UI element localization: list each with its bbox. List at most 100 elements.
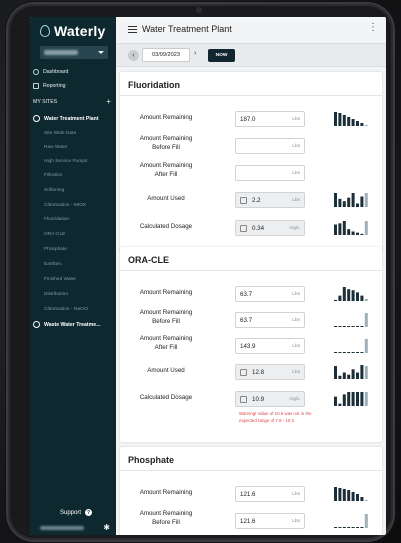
parameter-label-line: Calculated Dosage <box>139 394 193 401</box>
sparkline-chart[interactable] <box>334 339 370 353</box>
site-waste-water-treatment[interactable]: Waste Water Treatme... <box>33 321 100 328</box>
sidebar-subitem[interactable]: High Service Pumps <box>44 159 87 164</box>
sidebar-subitem[interactable]: Site Wide Data <box>44 131 76 136</box>
sparkline-chart[interactable] <box>334 313 370 327</box>
site-radio-icon <box>33 115 40 122</box>
parameter-label: Amount Remaining <box>126 288 206 297</box>
add-site-plus-icon[interactable]: + <box>106 98 111 106</box>
sparkline-bar <box>347 289 351 301</box>
support-link[interactable]: Support ? <box>60 509 93 516</box>
sparkline-bar <box>334 487 337 501</box>
value-input[interactable]: 63.7 Lbs <box>235 286 305 302</box>
date-input[interactable]: 03/09/2023 <box>142 48 190 62</box>
now-button[interactable]: NOW <box>208 49 235 62</box>
sparkline-bar <box>356 326 359 327</box>
sparkline-bar <box>342 372 346 379</box>
field-unit: Lbs <box>292 117 300 122</box>
value-input[interactable]: 187.0 Lbs <box>235 111 305 127</box>
sparkline-bar <box>342 326 346 327</box>
field-unit: Lbs <box>292 198 300 203</box>
field-unit: mg/L <box>289 226 300 231</box>
sparkline-bar <box>360 196 364 207</box>
value-input[interactable]: 143.9 Lbs <box>235 338 305 354</box>
sidebar-subitem[interactable]: ORA-CLE <box>44 232 65 237</box>
sidebar-item-reporting[interactable]: Reporting <box>33 83 66 89</box>
sparkline-bar <box>364 125 368 126</box>
organization-select[interactable] <box>40 46 108 59</box>
sparkline-chart[interactable] <box>334 392 370 406</box>
sparkline-chart[interactable] <box>334 221 370 235</box>
sparkline-chart[interactable] <box>334 514 370 528</box>
next-date-button[interactable]: › <box>194 50 196 57</box>
sparkline-chart[interactable] <box>334 112 370 126</box>
sparkline-bar <box>342 352 346 353</box>
sparkline-bar <box>334 366 337 379</box>
more-vertical-icon[interactable]: ⋮ <box>368 23 378 33</box>
sparkline-bar <box>347 374 351 379</box>
calculated-value-field: 10.9 mg/L <box>235 391 305 407</box>
gear-icon[interactable]: ✱ <box>103 524 110 532</box>
parameter-label-line: Amount Remaining <box>139 489 193 496</box>
app-logo[interactable]: Waterly <box>40 21 105 41</box>
field-value: 63.7 <box>240 291 253 298</box>
sparkline-bar <box>351 290 355 301</box>
sparkline-bar <box>347 197 351 207</box>
sidebar-subitem[interactable]: Filtration <box>44 173 62 178</box>
value-input[interactable]: 121.6 Lbs <box>235 486 305 502</box>
sidebar-subitem[interactable]: Softening <box>44 188 64 193</box>
sparkline-bar <box>364 313 368 327</box>
sidebar-subitem[interactable]: Chlorination - NaOCl <box>44 307 88 312</box>
sidebar-subitem[interactable]: Fluoridation <box>44 217 69 222</box>
sparkline-bar <box>342 221 346 235</box>
sidebar-subitem[interactable]: Earthtec <box>44 262 62 267</box>
sidebar-subitem[interactable]: Distribution <box>44 292 68 297</box>
sparkline-bar <box>334 193 337 207</box>
sparkline-chart[interactable] <box>334 487 370 501</box>
sidebar-item-dashboard[interactable]: Dashboard <box>33 69 68 75</box>
parameter-label-line: Amount Remaining <box>139 135 193 142</box>
user-account-row[interactable]: ✱ <box>40 524 110 532</box>
sidebar-subitem[interactable]: Chlorination - MIOX <box>44 203 86 208</box>
field-unit: Lbs <box>292 492 300 497</box>
sparkline-chart[interactable] <box>334 365 370 379</box>
parameter-row: Calculated Dosage 0.34 mg/L <box>120 218 382 238</box>
sparkline-bar <box>351 326 355 327</box>
parameter-label-line: Amount Remaining <box>139 335 193 342</box>
site-label: Water Treatment Plant <box>44 115 99 122</box>
sparkline-bar <box>338 295 342 301</box>
parameter-label: Amount Remaining Before Fill <box>126 134 206 152</box>
site-water-treatment-plant[interactable]: Water Treatment Plant <box>33 115 99 122</box>
parameter-row: Amount Remaining Before Fill 63.7 Lbs <box>120 308 382 334</box>
value-input[interactable]: Lbs <box>235 138 305 154</box>
calculator-icon <box>240 225 247 232</box>
field-value: 12.8 <box>252 369 265 376</box>
parameter-row: Amount Remaining 121.6 Lbs <box>120 484 382 504</box>
parameter-label: Amount Remaining <box>126 488 206 497</box>
field-unit: mg/L <box>289 397 300 402</box>
hamburger-menu-icon[interactable] <box>128 26 137 33</box>
value-input[interactable]: Lbs <box>235 165 305 181</box>
sparkline-bar <box>347 352 351 353</box>
chevron-down-icon <box>98 51 104 54</box>
sidebar-subitem[interactable]: Raw Water <box>44 145 68 150</box>
field-value: 63.7 <box>240 317 253 324</box>
value-input[interactable]: 121.6 Lbs <box>235 513 305 529</box>
parameter-label-line: Amount Used <box>147 367 185 374</box>
sparkline-bar <box>360 295 364 301</box>
previous-date-button[interactable]: ‹ <box>128 50 139 61</box>
sparkline-bar <box>334 299 337 301</box>
my-sites-header: MY SITES + <box>33 98 111 106</box>
value-input[interactable]: 63.7 Lbs <box>235 312 305 328</box>
sparkline-bar <box>360 497 364 501</box>
sparkline-bar <box>364 193 368 207</box>
sidebar-subitem[interactable]: Finished Water <box>44 277 76 282</box>
sparkline-chart[interactable] <box>334 193 370 207</box>
parameter-label: Amount Used <box>126 194 206 203</box>
sparkline-bar <box>342 394 346 406</box>
field-value: 121.6 <box>240 518 256 525</box>
sidebar-subitem[interactable]: Phosphate <box>44 247 67 252</box>
top-app-bar: Water Treatment Plant ⋮ <box>116 17 386 43</box>
sparkline-bar <box>356 203 359 207</box>
tablet-frame: Waterly Dashboard Reporting MY SITES + W… <box>8 4 393 540</box>
sparkline-chart[interactable] <box>334 287 370 301</box>
